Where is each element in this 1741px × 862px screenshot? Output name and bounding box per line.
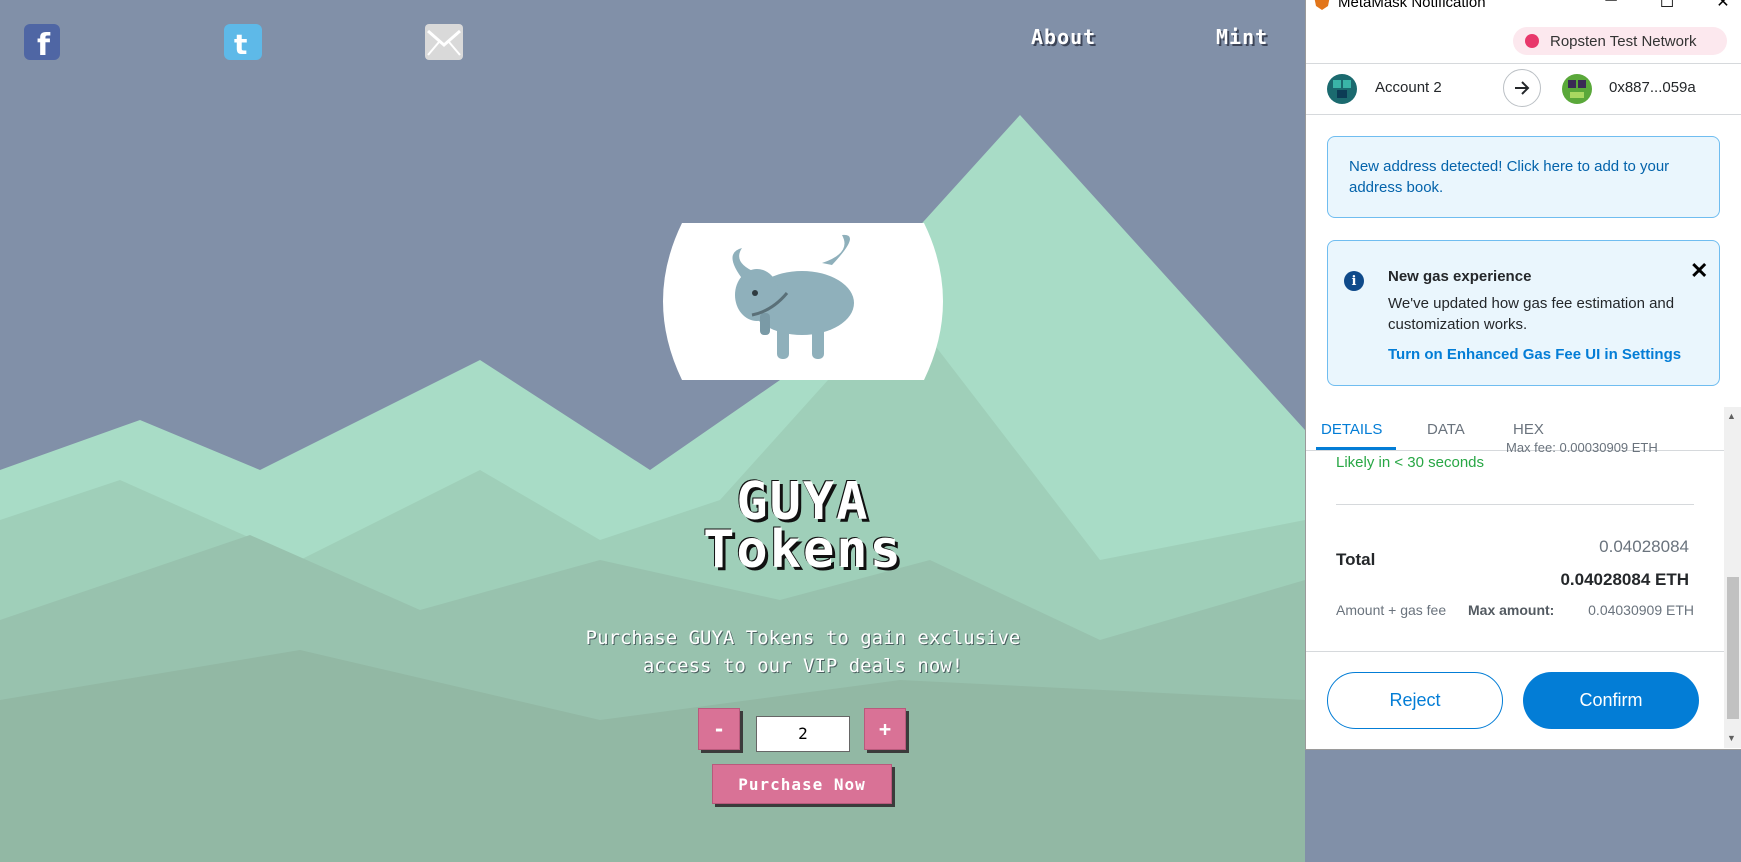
gas-notice-title: New gas experience xyxy=(1388,268,1532,285)
email-icon[interactable] xyxy=(424,22,464,62)
logo-image xyxy=(663,223,943,380)
svg-text:f: f xyxy=(37,28,51,61)
purchase-button[interactable]: Purchase Now xyxy=(712,764,892,804)
active-tab-indicator xyxy=(1316,447,1396,450)
total-label: Total xyxy=(1336,550,1376,569)
gas-notice-description: We've updated how gas fee estimation and… xyxy=(1388,295,1675,333)
svg-text:t: t xyxy=(234,28,247,61)
page-subtitle: Purchase GUYA Tokens to gain exclusive a… xyxy=(560,624,1046,680)
scroll-up-icon[interactable]: ▲ xyxy=(1727,411,1736,421)
close-window-icon[interactable]: ✕ xyxy=(1708,0,1738,12)
page-title: GUYA Tokens xyxy=(620,472,986,580)
total-amount: 0.04028084 xyxy=(1599,537,1689,556)
max-fee-text: Max fee: 0.00030909 ETH xyxy=(1506,440,1658,455)
arrow-right-icon xyxy=(1503,69,1541,107)
subtitle-line-1: Purchase GUYA Tokens to gain exclusive xyxy=(585,627,1021,649)
to-address: 0x887...059a xyxy=(1609,79,1696,96)
scroll-thumb[interactable] xyxy=(1727,577,1739,719)
total-amount-eth: 0.04028084 ETH xyxy=(1560,570,1689,589)
increment-button[interactable]: + xyxy=(864,708,906,750)
network-selector[interactable]: Ropsten Test Network xyxy=(1513,27,1727,55)
metamask-window: MetaMask Notification ─ ☐ ✕ Ropsten Test… xyxy=(1305,0,1741,750)
decrement-button[interactable]: - xyxy=(698,708,740,750)
from-account-avatar xyxy=(1327,74,1357,104)
network-status-dot xyxy=(1525,34,1539,48)
title-line-1: GUYA xyxy=(736,472,870,532)
new-address-notice[interactable]: New address detected! Click here to add … xyxy=(1327,136,1720,218)
window-title: MetaMask Notification xyxy=(1338,0,1486,11)
max-amount-label: Max amount: xyxy=(1468,602,1555,618)
minimize-icon[interactable]: ─ xyxy=(1596,0,1626,10)
amount-gas-fee-label: Amount + gas fee xyxy=(1336,602,1447,618)
subtitle-line-2: access to our VIP deals now! xyxy=(642,655,964,677)
gas-experience-notice: i New gas experience We've updated how g… xyxy=(1327,240,1720,386)
quantity-input[interactable]: 2 xyxy=(756,716,850,752)
tab-details[interactable]: DETAILS xyxy=(1321,421,1382,438)
to-account-avatar xyxy=(1562,74,1592,104)
max-amount-value: 0.04030909 ETH xyxy=(1588,602,1694,618)
close-icon[interactable]: ✕ xyxy=(1690,258,1708,284)
section-divider xyxy=(1336,504,1694,505)
account-row: Account 2 0x887...059a xyxy=(1306,63,1741,115)
scroll-down-icon[interactable]: ▼ xyxy=(1727,733,1736,743)
maximize-icon[interactable]: ☐ xyxy=(1652,0,1682,12)
likely-time-text: Likely in < 30 seconds xyxy=(1336,454,1485,471)
scrollbar[interactable]: ▲ ▼ xyxy=(1724,407,1741,748)
new-address-notice-text: New address detected! Click here to add … xyxy=(1349,158,1670,196)
tab-hex[interactable]: HEX xyxy=(1513,421,1544,438)
nav-mint[interactable]: Mint xyxy=(1216,25,1268,49)
footer-divider xyxy=(1306,651,1726,652)
title-line-2: Tokens xyxy=(703,520,903,580)
window-titlebar: MetaMask Notification ─ ☐ ✕ xyxy=(1306,0,1741,14)
reject-button[interactable]: Reject xyxy=(1327,672,1503,729)
metamask-fox-icon xyxy=(1314,0,1330,10)
facebook-icon[interactable]: f xyxy=(22,22,62,62)
tab-data[interactable]: DATA xyxy=(1427,421,1465,438)
from-account-name: Account 2 xyxy=(1375,79,1442,96)
info-icon: i xyxy=(1344,271,1364,291)
max-amount-row: Amount + gas fee Max amount: 0.04030909 … xyxy=(1336,602,1694,618)
nav-about[interactable]: About xyxy=(1031,25,1096,49)
enhanced-gas-settings-link[interactable]: Turn on Enhanced Gas Fee UI in Settings xyxy=(1388,346,1681,363)
confirm-button[interactable]: Confirm xyxy=(1523,672,1699,729)
twitter-icon[interactable]: t xyxy=(223,22,263,62)
network-name: Ropsten Test Network xyxy=(1550,32,1697,50)
